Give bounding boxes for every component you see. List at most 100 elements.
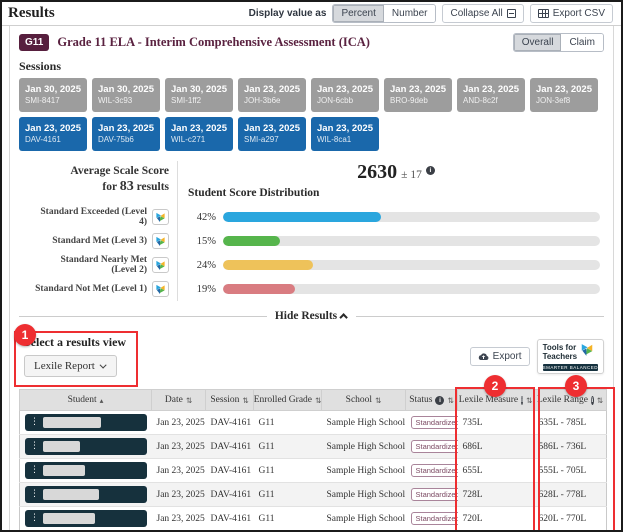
- session-code: DAV-75b6: [98, 135, 154, 145]
- collapse-all-button[interactable]: Collapse All: [442, 4, 523, 23]
- session-button-SMI-8417[interactable]: Jan 30, 2025SMI-8417: [19, 78, 87, 112]
- table-row: ⋮Jan 23, 2025DAV-4161G11Sample High Scho…: [20, 459, 607, 483]
- column-header-date[interactable]: Date⇅: [152, 390, 206, 411]
- hide-results-link[interactable]: Hide Results: [275, 310, 348, 322]
- session-button-JON-6cbb[interactable]: Jan 23, 2025JON-6cbb: [311, 78, 379, 112]
- tools-for-teachers-level-button[interactable]: [152, 281, 169, 297]
- export-button[interactable]: Export: [470, 347, 530, 366]
- results-view-section: 1 Select a results view Lexile Report Ex…: [10, 325, 613, 389]
- kebab-menu-icon[interactable]: ⋮: [30, 514, 39, 523]
- column-header-school[interactable]: School⇅: [322, 390, 406, 411]
- session-button-SMI-1ff2[interactable]: Jan 30, 2025SMI-1ff2: [165, 78, 233, 112]
- bar-fill: [223, 212, 381, 222]
- student-name-redacted[interactable]: ⋮: [25, 414, 147, 431]
- sort-icon[interactable]: ▴: [100, 396, 104, 405]
- number-toggle-button[interactable]: Number: [384, 5, 436, 22]
- percent-toggle-button[interactable]: Percent: [333, 5, 383, 22]
- distribution-heading: Student Score Distribution: [188, 187, 604, 205]
- column-header-status[interactable]: Statusi⇅: [406, 390, 458, 411]
- kebab-menu-icon[interactable]: ⋮: [30, 418, 39, 427]
- divider: [19, 316, 267, 317]
- lexile-measure-cell: 655L: [458, 459, 534, 483]
- session-code: SMI-a297: [244, 135, 300, 145]
- overall-tab[interactable]: Overall: [514, 34, 562, 51]
- lexile-report-table: Student▴Date⇅Session⇅Enrolled Grade⇅Scho…: [19, 389, 607, 532]
- school-cell: Sample High School: [322, 507, 406, 531]
- result-count: 83: [120, 179, 134, 194]
- school-cell: Sample High School: [322, 483, 406, 507]
- table-row: ⋮Jan 23, 2025DAV-4161G11Sample High Scho…: [20, 507, 607, 531]
- kebab-menu-icon[interactable]: ⋮: [30, 466, 39, 475]
- status-badge: Standardized: [411, 416, 458, 429]
- sessions-heading: Sessions: [19, 59, 604, 74]
- column-header-lexile-range[interactable]: Lexile Rangei⇅: [534, 390, 607, 411]
- session-button-DAV-75b6[interactable]: Jan 23, 2025DAV-75b6: [92, 117, 160, 151]
- date-cell: Jan 23, 2025: [152, 411, 206, 435]
- pinwheel-icon: [580, 343, 594, 362]
- sort-icon[interactable]: ⇅: [315, 396, 321, 405]
- lexile-measure-cell: 720L: [458, 507, 534, 531]
- claim-tab[interactable]: Claim: [561, 34, 603, 51]
- sort-icon[interactable]: ⇅: [242, 396, 248, 405]
- sort-icon[interactable]: ⇅: [597, 396, 603, 405]
- student-name-redacted[interactable]: ⋮: [25, 486, 147, 503]
- percent-label: 19%: [188, 284, 216, 295]
- column-header-student[interactable]: Student▴: [20, 390, 152, 411]
- level-label: Standard Nearly Met (Level 2): [35, 255, 147, 276]
- table-grid-icon: [538, 9, 549, 18]
- column-label: Lexile Measure: [459, 395, 518, 405]
- info-icon[interactable]: i: [591, 396, 594, 405]
- hide-results-row: Hide Results: [10, 307, 613, 325]
- info-icon[interactable]: i: [435, 396, 444, 405]
- session-button-AND-8c2f[interactable]: Jan 23, 2025AND-8c2f: [457, 78, 525, 112]
- redaction-block: [43, 489, 99, 500]
- tools-for-teachers-level-button[interactable]: [152, 257, 169, 273]
- column-header-session[interactable]: Session⇅: [206, 390, 254, 411]
- session-button-WIL-3c93[interactable]: Jan 30, 2025WIL-3c93: [92, 78, 160, 112]
- status-badge: Standardized: [411, 488, 458, 501]
- sort-icon[interactable]: ⇅: [447, 396, 453, 405]
- lexile-range-cell: 586L - 736L: [534, 435, 607, 459]
- session-code: SMI-8417: [25, 96, 81, 106]
- session-button-WIL-8ca1[interactable]: Jan 23, 2025WIL-8ca1: [311, 117, 379, 151]
- session-button-DAV-4161[interactable]: Jan 23, 2025DAV-4161: [19, 117, 87, 151]
- tools-for-teachers-level-button[interactable]: [152, 233, 169, 249]
- sessions-list: Jan 30, 2025SMI-8417Jan 30, 2025WIL-3c93…: [19, 78, 604, 151]
- sort-icon[interactable]: ⇅: [186, 396, 192, 405]
- session-button-WIL-c271[interactable]: Jan 23, 2025WIL-c271: [165, 117, 233, 151]
- session-date: Jan 23, 2025: [536, 84, 592, 96]
- session-button-JOH-3b6e[interactable]: Jan 23, 2025JOH-3b6e: [238, 78, 306, 112]
- results-view-dropdown[interactable]: Lexile Report: [24, 355, 117, 377]
- student-name-redacted[interactable]: ⋮: [25, 438, 147, 455]
- sort-icon[interactable]: ⇅: [526, 396, 532, 405]
- sort-icon[interactable]: ⇅: [375, 396, 381, 405]
- bar-fill: [223, 260, 313, 270]
- session-code: WIL-8ca1: [317, 135, 373, 145]
- info-icon[interactable]: i: [426, 166, 435, 175]
- student-name-redacted[interactable]: ⋮: [25, 462, 147, 479]
- column-label: Date: [165, 395, 183, 405]
- average-score-value: 2630: [357, 161, 397, 183]
- percent-label: 42%: [188, 212, 216, 223]
- pinwheel-icon: [155, 284, 166, 295]
- column-header-lexile-measure[interactable]: Lexile Measurei⇅: [458, 390, 534, 411]
- session-button-BRO-9deb[interactable]: Jan 23, 2025BRO-9deb: [384, 78, 452, 112]
- kebab-menu-icon[interactable]: ⋮: [30, 442, 39, 451]
- column-header-enrolled-grade[interactable]: Enrolled Grade⇅: [254, 390, 322, 411]
- percent-label: 15%: [188, 236, 216, 247]
- kebab-menu-icon[interactable]: ⋮: [30, 490, 39, 499]
- date-cell: Jan 23, 2025: [152, 459, 206, 483]
- session-date: Jan 23, 2025: [244, 84, 300, 96]
- tools-for-teachers-level-button[interactable]: [152, 209, 169, 225]
- school-cell: Sample High School: [322, 435, 406, 459]
- session-button-JON-3ef8[interactable]: Jan 23, 2025JON-3ef8: [530, 78, 598, 112]
- column-label: Student: [68, 395, 97, 405]
- info-icon[interactable]: i: [521, 396, 523, 405]
- student-name-redacted[interactable]: ⋮: [25, 510, 147, 527]
- distribution-bar-row: 15%: [188, 229, 604, 253]
- session-code: AND-8c2f: [463, 96, 519, 106]
- session-button-SMI-a297[interactable]: Jan 23, 2025SMI-a297: [238, 117, 306, 151]
- export-csv-button[interactable]: Export CSV: [530, 4, 613, 23]
- date-cell: Jan 23, 2025: [152, 435, 206, 459]
- tools-for-teachers-logo[interactable]: Tools for Teachers SMARTER BALANCED: [537, 339, 604, 374]
